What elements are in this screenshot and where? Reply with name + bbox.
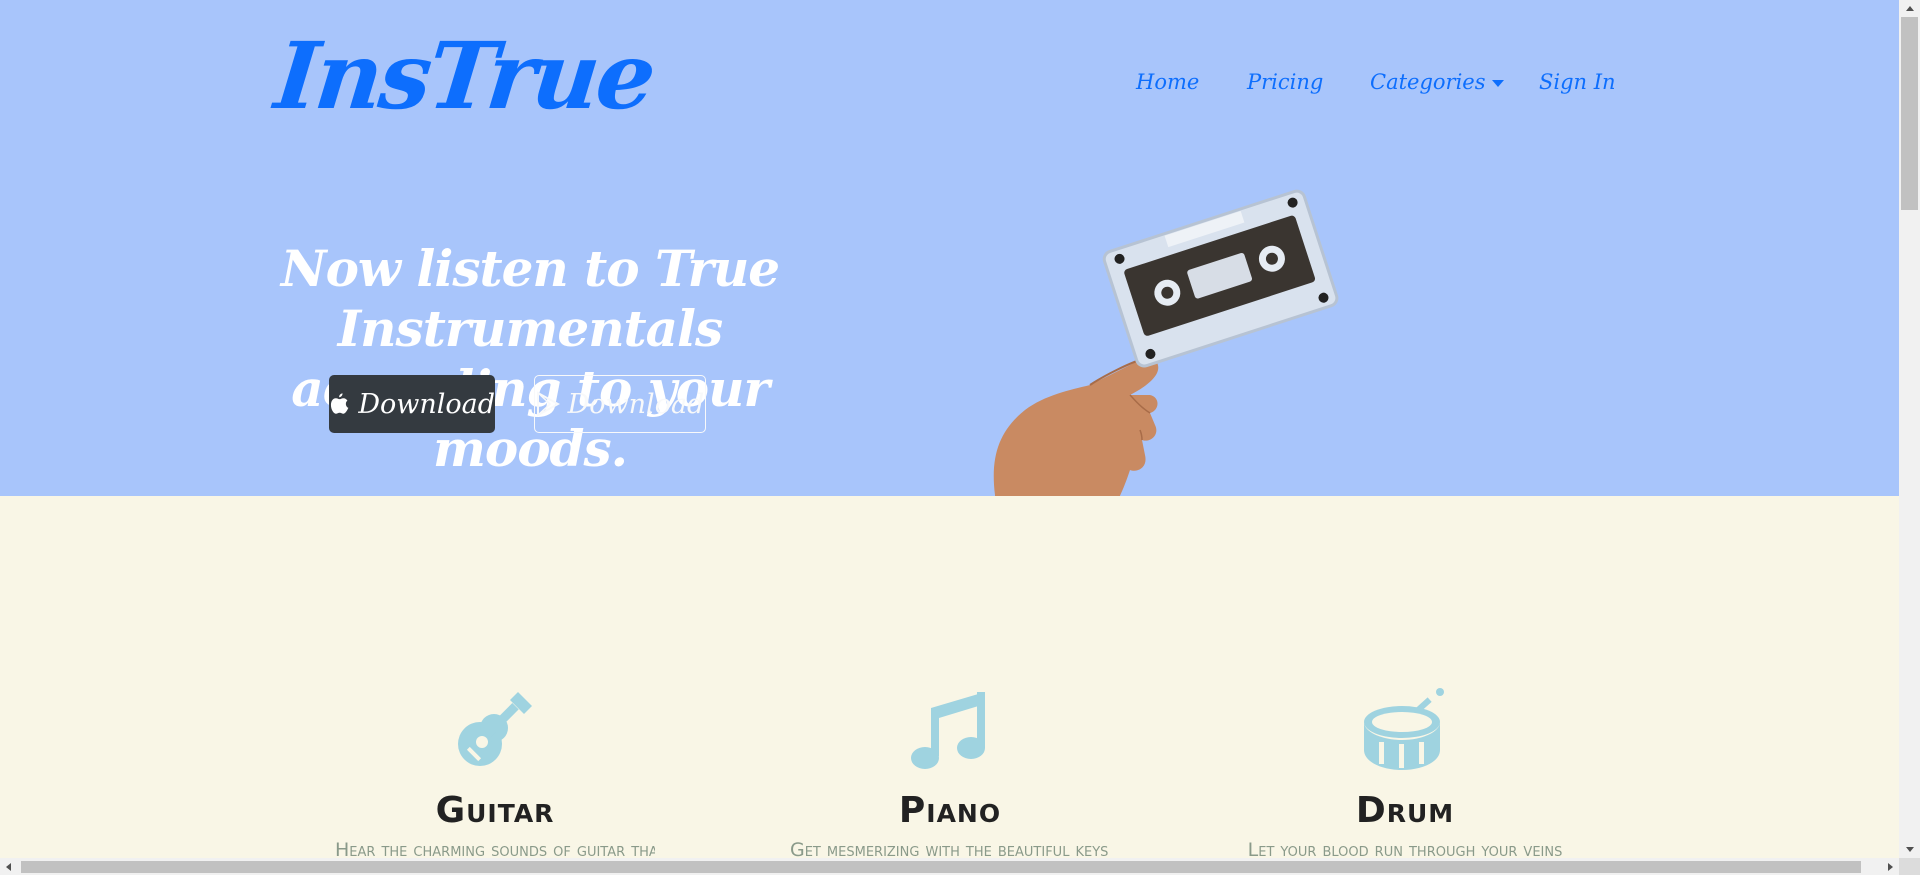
nav-home-link[interactable]: Home (1136, 70, 1199, 94)
guitar-icon (458, 692, 532, 766)
feature-drum-title: Drum (1355, 790, 1455, 831)
hero-headline: Now listen to True Instrumentals accordi… (190, 239, 870, 479)
scrollbar-corner (1899, 858, 1920, 875)
horizontal-scrollbar[interactable] (0, 858, 1899, 875)
vertical-scroll-thumb[interactable] (1901, 17, 1918, 210)
drum-icon (1364, 688, 1444, 770)
scroll-left-arrow-icon[interactable] (0, 858, 17, 875)
google-play-download-button[interactable]: Download (534, 375, 706, 433)
apple-download-button[interactable]: Download (329, 375, 495, 433)
page-viewport: InsTrue Home Pricing Categories Sign In … (0, 0, 1899, 858)
feature-drum-text: Let your blood run through your veins (1247, 839, 1563, 858)
feature-guitar: Guitar Hear the charming sounds of guita… (335, 686, 655, 858)
nav-signin-link[interactable]: Sign In (1539, 70, 1616, 94)
feature-piano-text: Get mesmerizing with the beautiful keys … (790, 839, 1110, 858)
apple-icon (330, 393, 349, 414)
nav-pricing-link[interactable]: Pricing (1247, 70, 1323, 94)
hand-holding-cassette-image (993, 189, 1339, 496)
feature-guitar-text: Hear the charming sounds of guitar that (335, 839, 655, 858)
feature-drum: Drum Let your blood run through your vei… (1245, 686, 1565, 858)
feature-guitar-title: Guitar (435, 790, 555, 831)
apple-download-label: Download (358, 388, 495, 420)
play-download-label: Download (567, 388, 705, 420)
vertical-scrollbar[interactable] (1899, 0, 1920, 858)
google-play-icon (536, 391, 560, 417)
hero-section: InsTrue Home Pricing Categories Sign In … (0, 0, 1899, 496)
nav-categories-label: Categories (1370, 70, 1486, 94)
scroll-right-arrow-icon[interactable] (1882, 858, 1899, 875)
scroll-down-arrow-icon[interactable] (1899, 841, 1920, 858)
nav-categories-dropdown[interactable]: Categories (1370, 70, 1504, 94)
headline-text-1: Now listen to (280, 238, 640, 298)
horizontal-scroll-thumb[interactable] (21, 861, 1861, 873)
features-section: Guitar Hear the charming sounds of guita… (0, 496, 1899, 858)
scroll-up-arrow-icon[interactable] (1899, 0, 1920, 17)
feature-piano-title: Piano (898, 790, 1002, 831)
brand-logo[interactable]: InsTrue (270, 22, 658, 130)
caret-down-icon (1491, 80, 1504, 87)
music-note-icon (911, 692, 985, 769)
feature-piano: Piano Get mesmerizing with the beautiful… (790, 686, 1110, 858)
